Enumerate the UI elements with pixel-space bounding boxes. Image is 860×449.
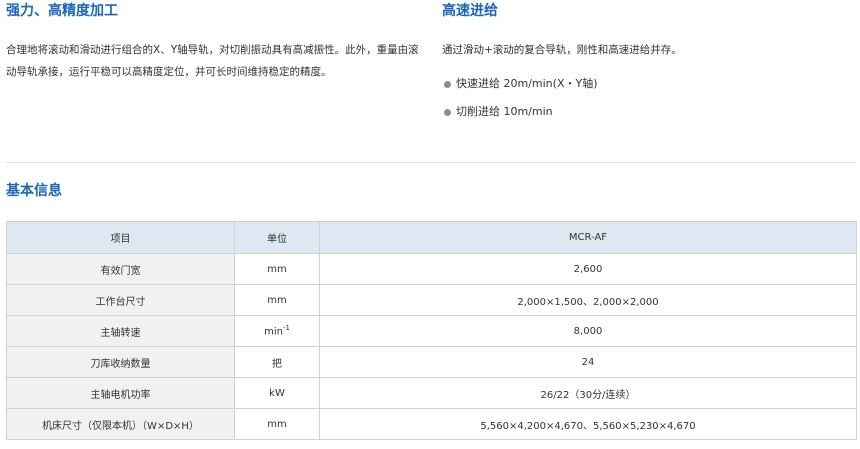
feature-feed-description: 通过滑动+滚动的复合导轨，刚性和高速进给并存。 (442, 44, 682, 56)
row-unit: mm (234, 253, 320, 285)
basic-info-title: 基本信息 (6, 183, 62, 199)
bullet-cutting-feed: 切削进给 10m/min (442, 99, 852, 127)
row-value: 8,000 (319, 315, 857, 347)
unit-superscript: -1 (282, 324, 290, 333)
row-item: 刀库收纳数量 (6, 346, 235, 378)
bullet-rapid-feed: 快速进给 20m/min(X・Y轴) (442, 71, 852, 99)
feature-feed: 高速进给 通过滑动+滚动的复合导轨，刚性和高速进给并存。 快速进给 20m/mi… (442, 0, 852, 127)
table-row: 刀库收纳数量 把 24 (6, 346, 857, 378)
feature-precision-description: 合理地将滚动和滑动进行组合的X、Y轴导轨，对切削振动具有高减振性。此外，重量由滚… (6, 44, 419, 78)
row-item: 工作台尺寸 (6, 284, 235, 316)
table-row: 工作台尺寸 mm 2,000×1,500、2,000×2,000 (6, 284, 857, 316)
row-item: 主轴电机功率 (6, 377, 235, 409)
row-unit: 把 (234, 346, 320, 378)
table-row: 主轴转速 min-1 8,000 (6, 315, 857, 347)
row-value: 2,000×1,500、2,000×2,000 (319, 284, 857, 316)
row-unit: kW (234, 377, 320, 409)
table-row: 主轴电机功率 kW 26/22（30分/连续） (6, 377, 857, 409)
header-model: MCR-AF (319, 221, 857, 254)
table-row: 机床尺寸（仅限本机）（W×D×H） mm 5,560×4,200×4,670、5… (6, 408, 857, 440)
row-unit: mm (234, 408, 320, 440)
row-value: 2,600 (319, 253, 857, 285)
feature-precision: 强力、高精度加工 合理地将滚动和滑动进行组合的X、Y轴导轨，对切削振动具有高减振… (6, 0, 424, 83)
feature-feed-title: 高速进给 (442, 3, 498, 19)
spec-table-header: 项目 单位 MCR-AF (6, 221, 857, 254)
row-item: 有效门宽 (6, 253, 235, 285)
row-value: 5,560×4,200×4,670、5,560×5,230×4,670 (319, 408, 857, 440)
feature-precision-title: 强力、高精度加工 (6, 3, 118, 19)
row-unit: min-1 (234, 315, 320, 347)
row-item: 机床尺寸（仅限本机）（W×D×H） (6, 408, 235, 440)
header-unit: 单位 (234, 221, 320, 254)
row-value: 24 (319, 346, 857, 378)
table-row: 有效门宽 mm 2,600 (6, 253, 857, 285)
feed-bullet-list: 快速进给 20m/min(X・Y轴) 切削进给 10m/min (442, 71, 852, 127)
row-value: 26/22（30分/连续） (319, 377, 857, 409)
spec-table: 项目 单位 MCR-AF 有效门宽 mm 2,600 工作台尺寸 mm 2,00… (6, 221, 857, 440)
section-divider (6, 162, 856, 163)
row-unit: mm (234, 284, 320, 316)
header-item: 项目 (6, 221, 235, 254)
row-item: 主轴转速 (6, 315, 235, 347)
unit-base: min (264, 326, 283, 338)
